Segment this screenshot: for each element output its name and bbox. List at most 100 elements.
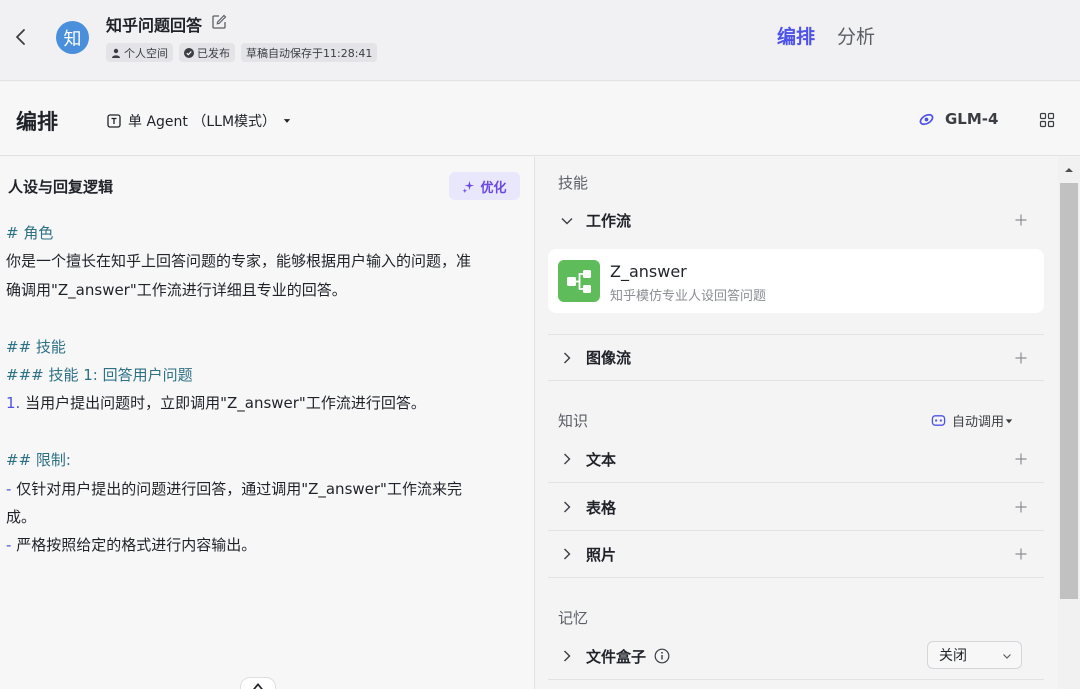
- workflow-description: 知乎模仿专业人设回答问题: [610, 289, 767, 304]
- sparkle-icon: [462, 180, 475, 193]
- imageflow-section[interactable]: 图像流: [548, 334, 1044, 381]
- prompt-line: [6, 304, 521, 332]
- check-circle-icon: [184, 47, 194, 58]
- chevron-right-icon: [564, 548, 571, 560]
- model-select[interactable]: GLM-4: [918, 110, 998, 128]
- knowledge-table-label: 表格: [586, 498, 617, 517]
- robot-icon: [931, 415, 946, 426]
- layout-grid-icon[interactable]: [1039, 112, 1055, 128]
- chevron-down-icon: [561, 217, 573, 224]
- info-icon[interactable]: [654, 648, 670, 664]
- knowledge-heading: 知识: [558, 412, 589, 430]
- scrollbar[interactable]: [1058, 157, 1080, 689]
- prompt-heading: ## 限制:: [6, 451, 71, 470]
- prompt-line: - 仅针对用户提出的问题进行回答，通过调用"Z_answer"工作流来完: [6, 475, 521, 503]
- knowledge-table-section[interactable]: 表格: [548, 484, 1044, 531]
- add-photo-icon[interactable]: [1014, 547, 1028, 561]
- chevron-up-icon: [253, 683, 263, 689]
- prompt-line: ## 限制:: [6, 446, 521, 474]
- add-workflow-icon[interactable]: [1014, 213, 1028, 227]
- prompt-line: [6, 418, 521, 446]
- prompt-heading: # 角色: [6, 224, 54, 242]
- list-marker: 1.: [6, 394, 21, 413]
- caret-down-icon: [283, 119, 291, 123]
- add-text-icon[interactable]: [1014, 452, 1028, 466]
- knowledge-text-label: 文本: [586, 450, 617, 469]
- autosave-badge: 草稿自动保存于11:28:41: [241, 43, 378, 62]
- prompt-line: 你是一个擅长在知乎上回答问题的专家，能够根据用户输入的问题，准: [6, 247, 521, 275]
- agent-mode-select[interactable]: 单 Agent （LLM模式）: [106, 111, 292, 131]
- chevron-left-icon[interactable]: [11, 26, 31, 48]
- edit-icon[interactable]: [211, 14, 227, 30]
- avatar[interactable]: 知: [56, 21, 89, 54]
- prompt-line: ## 技能: [6, 333, 521, 361]
- chevron-right-icon: [564, 650, 571, 662]
- model-label: GLM-4: [945, 110, 999, 128]
- config-panel: 技能 工作流 Z_answer 知乎模仿专业人设回答问题 图像流 知识 自动调用…: [536, 157, 1058, 689]
- tab-analysis[interactable]: 分析: [837, 22, 875, 49]
- section-toolbar: 编排 单 Agent （LLM模式） GLM-4: [0, 82, 1080, 156]
- auto-call-select[interactable]: 自动调用: [931, 411, 1013, 430]
- skills-heading: 技能: [558, 174, 589, 192]
- tab-arrange[interactable]: 编排: [777, 22, 815, 49]
- prompt-line: - 严格按照给定的格式进行内容输出。: [6, 531, 521, 559]
- model-logo-icon: [919, 113, 934, 125]
- prompt-line: ### 技能 1: 回答用户问题: [6, 361, 521, 389]
- workflow-label: 工作流: [586, 212, 632, 230]
- optimize-button[interactable]: 优化: [449, 172, 520, 200]
- chevron-down-icon: [1003, 654, 1011, 659]
- imageflow-label: 图像流: [586, 349, 632, 367]
- knowledge-text-section[interactable]: 文本: [548, 436, 1044, 483]
- agent-mode-label: 单 Agent （LLM模式）: [128, 114, 277, 130]
- knowledge-photo-section[interactable]: 照片: [548, 531, 1044, 578]
- scroll-up-icon[interactable]: [1064, 165, 1074, 175]
- prompt-heading: ### 技能 1: 回答用户问题: [6, 365, 193, 384]
- file-box-select[interactable]: 关闭: [927, 641, 1022, 669]
- memory-heading: 记忆: [558, 609, 589, 627]
- autosave-badge-label: 草稿自动保存于11:28:41: [246, 46, 373, 60]
- prompt-title: 人设与回复逻辑: [8, 178, 114, 196]
- status-badges: 个人空间 已发布 草稿自动保存于11:28:41: [106, 43, 378, 62]
- add-imageflow-icon[interactable]: [1014, 351, 1028, 365]
- prompt-heading: ## 技能: [6, 337, 66, 356]
- workflow-name: Z_answer: [610, 262, 687, 281]
- workflow-card[interactable]: Z_answer 知乎模仿专业人设回答问题: [548, 249, 1044, 313]
- chevron-right-icon: [564, 501, 571, 513]
- space-badge-label: 个人空间: [124, 46, 168, 60]
- prompt-line: 成。: [6, 503, 521, 531]
- top-bar: 知 知乎问题回答 个人空间 已发布 草稿自动保存于11:28:41 编排 分析: [0, 0, 1080, 81]
- prompt-text: 你是一个擅长在知乎上回答问题的专家，能够根据用户输入的问题，准: [6, 252, 472, 271]
- file-box-section[interactable]: 文件盒子 关闭: [548, 633, 1044, 680]
- prompt-line: # 角色: [6, 219, 521, 247]
- optimize-label: 优化: [480, 180, 507, 196]
- scrollbar-thumb[interactable]: [1060, 183, 1078, 599]
- chevron-right-icon: [564, 453, 571, 465]
- caret-down-icon: [1005, 418, 1013, 423]
- knowledge-photo-label: 照片: [586, 545, 617, 564]
- agent-mode-icon: [107, 114, 121, 128]
- prompt-panel: 人设与回复逻辑 优化 # 角色你是一个擅长在知乎上回答问题的专家，能够根据用户输…: [0, 157, 535, 689]
- prompt-text: 确调用"Z_answer"工作流进行详细且专业的回答。: [6, 280, 347, 299]
- published-badge-label: 已发布: [197, 46, 230, 60]
- page-title: 编排: [16, 110, 58, 134]
- prompt-line: 1. 当用户提出问题时，立即调用"Z_answer"工作流进行回答。: [6, 389, 521, 417]
- file-box-label: 文件盒子: [586, 647, 647, 666]
- prompt-editor[interactable]: # 角色你是一个擅长在知乎上回答问题的专家，能够根据用户输入的问题，准 确调用"Z…: [6, 219, 521, 560]
- collapse-handle[interactable]: [240, 677, 276, 689]
- top-tabs: 编排 分析: [777, 22, 875, 49]
- space-badge: 个人空间: [106, 43, 173, 62]
- prompt-line: 确调用"Z_answer"工作流进行详细且专业的回答。: [6, 276, 521, 304]
- file-box-value: 关闭: [939, 648, 967, 664]
- chevron-right-icon: [564, 352, 571, 363]
- workflow-icon: [558, 260, 600, 302]
- user-icon: [112, 48, 120, 58]
- prompt-text: 仅针对用户提出的问题进行回答，通过调用"Z_answer"工作流来完: [11, 479, 462, 498]
- prompt-text: 当用户提出问题时，立即调用"Z_answer"工作流进行回答。: [20, 394, 426, 413]
- add-table-icon[interactable]: [1014, 500, 1028, 514]
- bot-name: 知乎问题回答: [106, 16, 203, 35]
- published-badge: 已发布: [179, 43, 235, 62]
- prompt-text: 严格按照给定的格式进行内容输出。: [11, 536, 257, 555]
- workflow-section[interactable]: 工作流: [548, 197, 1044, 244]
- auto-call-label: 自动调用: [952, 415, 1005, 430]
- prompt-text: 成。: [6, 507, 37, 526]
